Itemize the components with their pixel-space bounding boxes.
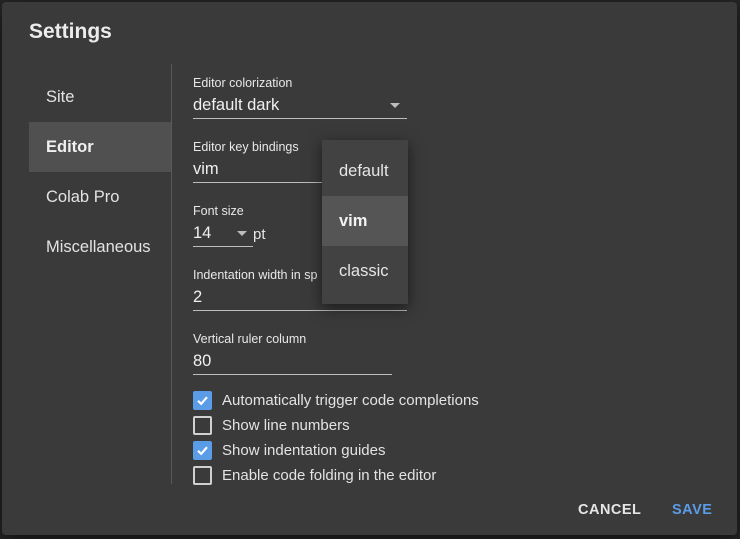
- checkbox-checked[interactable]: [193, 441, 212, 460]
- editor-colorization-label: Editor colorization: [193, 76, 293, 90]
- sidebar-item-colab-pro[interactable]: Colab Pro: [29, 172, 171, 222]
- indentation-width-value: 2: [193, 288, 203, 306]
- sidebar-item-editor[interactable]: Editor: [29, 122, 171, 172]
- option-label: Automatically trigger code completions: [222, 392, 479, 409]
- dialog-title: Settings: [29, 20, 112, 43]
- chevron-down-icon: [390, 103, 400, 108]
- settings-dialog: Settings Site Editor Colab Pro Miscellan…: [2, 2, 737, 535]
- font-size-unit: pt: [253, 226, 266, 243]
- cancel-button[interactable]: CANCEL: [578, 502, 641, 518]
- chevron-down-icon: [237, 231, 247, 236]
- settings-sidebar: Site Editor Colab Pro Miscellaneous: [29, 72, 171, 272]
- checkmark-icon: [197, 396, 208, 406]
- editor-colorization-value: default dark: [193, 96, 280, 114]
- vertical-ruler-input[interactable]: 80: [193, 350, 392, 375]
- checkbox-unchecked[interactable]: [193, 416, 212, 435]
- checkbox-unchecked[interactable]: [193, 466, 212, 485]
- option-line-numbers[interactable]: Show line numbers: [193, 413, 479, 438]
- vertical-ruler-value: 80: [193, 352, 212, 370]
- option-code-folding[interactable]: Enable code folding in the editor: [193, 463, 479, 488]
- option-label: Show indentation guides: [222, 442, 386, 459]
- dropdown-option-vim[interactable]: vim: [322, 196, 408, 246]
- option-label: Show line numbers: [222, 417, 350, 434]
- sidebar-divider: [171, 64, 172, 484]
- dropdown-option-classic[interactable]: classic: [322, 246, 408, 296]
- vertical-ruler-label: Vertical ruler column: [193, 332, 307, 346]
- sidebar-item-site[interactable]: Site: [29, 72, 171, 122]
- sidebar-item-miscellaneous[interactable]: Miscellaneous: [29, 222, 171, 272]
- vertical-ruler-field: Vertical ruler column 80: [193, 332, 392, 375]
- save-button[interactable]: SAVE: [672, 502, 712, 518]
- font-size-label: Font size: [193, 204, 244, 218]
- editor-options: Automatically trigger code completions S…: [193, 388, 479, 488]
- key-bindings-dropdown-menu: default vim classic: [322, 140, 408, 304]
- checkbox-checked[interactable]: [193, 391, 212, 410]
- font-size-select[interactable]: 14: [193, 222, 253, 247]
- option-auto-completions[interactable]: Automatically trigger code completions: [193, 388, 479, 413]
- option-indentation-guides[interactable]: Show indentation guides: [193, 438, 479, 463]
- editor-colorization-field: Editor colorization default dark: [193, 76, 407, 119]
- checkmark-icon: [197, 446, 208, 456]
- option-label: Enable code folding in the editor: [222, 467, 437, 484]
- font-size-value: 14: [193, 224, 212, 242]
- editor-key-bindings-value: vim: [193, 160, 219, 178]
- editor-colorization-select[interactable]: default dark: [193, 94, 407, 119]
- font-size-field: Font size 14: [193, 204, 253, 247]
- dropdown-option-default[interactable]: default: [322, 146, 408, 196]
